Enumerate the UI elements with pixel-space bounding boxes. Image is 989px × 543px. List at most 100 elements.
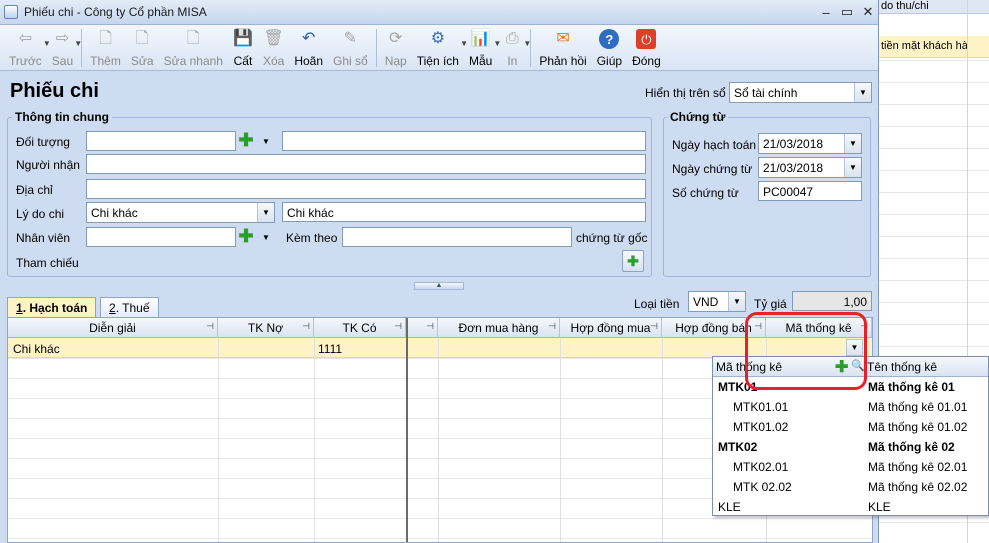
column-label: Hợp đồng mua: [570, 321, 651, 335]
toolbar-button-label: Thêm: [90, 54, 121, 68]
nhan-vien-input[interactable]: [86, 227, 236, 247]
toolbar-arrow-right-button[interactable]: ⇨ Sau ▼: [47, 25, 82, 71]
background-row[interactable]: tiền mặt khách hà: [879, 36, 989, 58]
tab-thue-label: . Thuế: [115, 301, 150, 315]
chevron-down-icon[interactable]: ▼: [844, 134, 861, 153]
chevron-down-icon[interactable]: ▼: [257, 203, 274, 222]
close-power-icon: ⏻: [636, 29, 657, 49]
toolbar-edit-doc-button[interactable]: 🗋 Sửa: [126, 25, 159, 71]
doi-tuong-input[interactable]: [86, 131, 236, 151]
ly-do-text-input[interactable]: Chi khác: [282, 202, 646, 222]
so-chung-tu-label: Số chứng từ: [672, 186, 739, 200]
list-item-code: MTK01.02: [733, 420, 789, 434]
toolbar-arrow-left-button[interactable]: ⇦ Trước ▼: [4, 25, 51, 71]
toolbar-separator: [375, 29, 377, 67]
chevron-down-icon[interactable]: ▼: [844, 158, 861, 177]
pin-icon[interactable]: ⊣: [302, 321, 310, 332]
list-item[interactable]: MTK 02.02 Mã thống kê 02.02: [713, 477, 988, 497]
grid-divider: [662, 338, 663, 542]
add-reference-icon[interactable]: ✚: [622, 250, 644, 272]
display-on-book-select[interactable]: Sổ tài chính ▼: [729, 82, 872, 103]
toolbar-close-power-button[interactable]: ⏻ Đóng: [627, 25, 666, 71]
add-object-plus-icon[interactable]: ✚: [237, 131, 255, 149]
kem-theo-input[interactable]: [342, 227, 572, 247]
frozen-column-divider[interactable]: [406, 318, 408, 542]
help-icon: ?: [599, 29, 620, 49]
reload-icon: ⟳: [389, 30, 403, 47]
toolbar-button-label: Trước: [9, 54, 42, 68]
splitter-handle[interactable]: ▲: [414, 282, 464, 290]
chevron-down-icon[interactable]: ▼: [854, 83, 871, 102]
toolbar-delete-button[interactable]: 🗑 Xóa: [258, 25, 289, 71]
dia-chi-input[interactable]: [86, 179, 646, 199]
tab-hach-toan[interactable]: 1. Hạch toán: [7, 297, 97, 319]
pin-icon[interactable]: ⊣: [206, 321, 214, 332]
toolbar-template-button[interactable]: 📊 Mẫu ▼: [464, 25, 501, 71]
pin-icon[interactable]: ⊣: [650, 321, 658, 332]
toolbar-button-label: Tiện ích: [416, 54, 459, 68]
toolbar-help-button[interactable]: ? Giúp: [592, 25, 627, 71]
dropdown-col-name: Tên thống kê: [867, 360, 938, 374]
ly-do-chi-select[interactable]: Chi khác ▼: [86, 202, 275, 223]
column-hop-dong-mua[interactable]: Hợp đồng mua ⊣: [560, 318, 662, 338]
list-item[interactable]: KLE KLE: [713, 497, 988, 517]
toolbar-button-label: In: [507, 54, 518, 68]
list-item[interactable]: MTK02.01 Mã thống kê 02.01: [713, 457, 988, 477]
toolbar-utilities-button[interactable]: ⚙ Tiện ích ▼: [412, 25, 468, 71]
toolbar-undo-button[interactable]: ↶ Hoãn: [289, 25, 328, 71]
cell-tk-co[interactable]: 1111: [318, 342, 342, 356]
toolbar-reload-button[interactable]: ⟳ Nạp: [380, 25, 412, 71]
toolbar-quick-edit-button[interactable]: 🗋 Sửa nhanh: [159, 25, 228, 71]
chevron-down-icon[interactable]: ▼: [262, 233, 270, 242]
add-doc-icon: 🗋: [99, 30, 112, 47]
window-title: Phiếu chi - Công ty Cổ phần MISA: [24, 5, 207, 19]
tab-thue[interactable]: 2. Thuế: [100, 297, 159, 318]
cell-dien-giai[interactable]: Chi khác: [13, 342, 60, 356]
add-employee-plus-icon[interactable]: ✚: [237, 227, 255, 245]
nguoi-nhan-label: Người nhận: [16, 158, 80, 172]
nguoi-nhan-input[interactable]: [86, 154, 646, 174]
doi-tuong-name-input[interactable]: [282, 131, 646, 151]
ngay-chung-tu-value: 21/03/2018: [763, 161, 824, 175]
column-don-mua-hang[interactable]: Đơn mua hàng ⊣: [438, 318, 560, 338]
chevron-down-icon[interactable]: ▼: [74, 39, 82, 48]
minimize-icon[interactable]: ‒: [816, 3, 836, 21]
column-tk-co[interactable]: TK Có ⊣: [314, 318, 406, 338]
loai-tien-select[interactable]: VND ▼: [688, 291, 746, 312]
column-dien-giai[interactable]: Diễn giải ⊣: [8, 318, 218, 338]
chevron-down-icon[interactable]: ▼: [728, 292, 745, 311]
toolbar-feedback-mail-button[interactable]: ✉ Phản hồi: [534, 25, 591, 71]
close-icon[interactable]: ✕: [858, 3, 878, 21]
toolbar-button-label: Ghi sổ: [333, 54, 368, 68]
chevron-down-icon[interactable]: ▼: [523, 39, 531, 48]
chevron-down-icon[interactable]: ▼: [262, 137, 270, 146]
list-item[interactable]: MTK02 Mã thống kê 02: [713, 437, 988, 457]
list-item[interactable]: MTK01.02 Mã thống kê 01.02: [713, 417, 988, 437]
ty-gia-input[interactable]: 1,00: [792, 291, 872, 311]
pin-icon[interactable]: ⊣: [426, 321, 434, 332]
ngay-hach-toan-value: 21/03/2018: [763, 137, 824, 151]
maximize-icon[interactable]: ▭: [837, 3, 857, 21]
dia-chi-label: Địa chỉ: [16, 183, 53, 197]
toolbar-print-button[interactable]: ⎙ In ▼: [497, 25, 531, 71]
toolbar-pencil-button[interactable]: ✎ Ghi sổ: [328, 25, 373, 71]
doi-tuong-label: Đối tượng: [16, 135, 70, 149]
table-row[interactable]: [8, 338, 872, 358]
display-on-book-value: Sổ tài chính: [734, 86, 798, 100]
so-chung-tu-input[interactable]: PC00047: [758, 181, 862, 201]
title-bar[interactable]: Phiếu chi - Công ty Cổ phần MISA: [0, 0, 878, 25]
list-item[interactable]: MTK01.01 Mã thống kê 01.01: [713, 397, 988, 417]
column-scrolled[interactable]: ⊣: [408, 318, 438, 338]
pin-icon[interactable]: ⊣: [394, 321, 402, 332]
toolbar-add-doc-button[interactable]: 🗋 Thêm: [85, 25, 126, 71]
ngay-hach-toan-date[interactable]: 21/03/2018 ▼: [758, 133, 862, 154]
ngay-chung-tu-date[interactable]: 21/03/2018 ▼: [758, 157, 862, 178]
toolbar-button-label: Giúp: [596, 54, 623, 68]
toolbar-button-label: Phản hồi: [539, 54, 587, 68]
list-item-name: Mã thống kê 02: [868, 440, 955, 454]
list-item-name: KLE: [868, 500, 891, 514]
loai-tien-label: Loại tiền: [634, 297, 680, 311]
toolbar-save-button[interactable]: 💾 Cất: [228, 25, 258, 71]
pin-icon[interactable]: ⊣: [548, 321, 556, 332]
column-tk-no[interactable]: TK Nợ ⊣: [218, 318, 314, 338]
